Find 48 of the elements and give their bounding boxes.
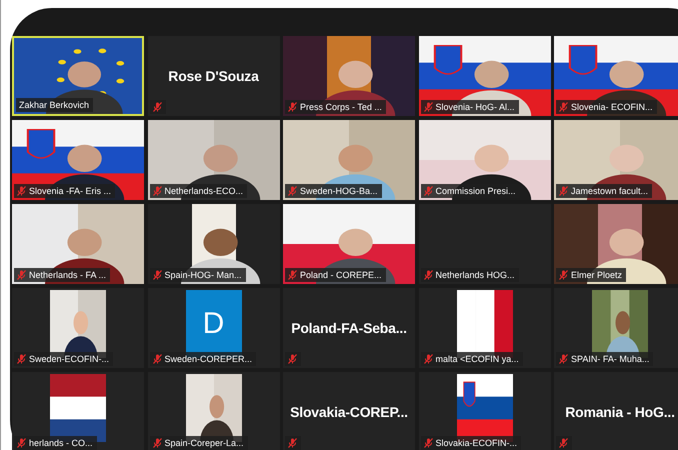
- participant-label: Poland - COREPE...: [300, 270, 382, 280]
- participant-label: Press Corps - Ted ...: [300, 102, 382, 112]
- participant-label: SPAIN- FA- Muha...: [571, 354, 650, 364]
- video-tile[interactable]: Slovenia -FA- Eris ...: [12, 120, 144, 200]
- video-tile[interactable]: Zakhar Berkovich: [12, 36, 144, 116]
- video-tile[interactable]: D Sweden-COREPER...: [148, 288, 280, 368]
- video-tile[interactable]: Slovakia-ECOFIN-...: [418, 372, 550, 450]
- video-tile[interactable]: Jamestown facult...: [554, 120, 678, 200]
- video-tile[interactable]: Spain-Coreper-La...: [148, 372, 280, 450]
- video-tile[interactable]: herlands - CO...: [12, 372, 144, 450]
- participant-label: Slovenia- ECOFIN...: [571, 102, 653, 112]
- video-tile[interactable]: malta <ECOFIN ya...: [418, 288, 550, 368]
- video-tile[interactable]: Slovenia- ECOFIN...: [554, 36, 678, 116]
- participant-label: Sweden-ECOFIN-...: [29, 354, 110, 364]
- participant-label: Slovenia -FA- Eris ...: [29, 186, 112, 196]
- video-tile[interactable]: Commission Presi...: [418, 120, 550, 200]
- video-tile[interactable]: Romania - HoG...: [554, 372, 678, 450]
- participant-label: Spain-HOG- Man...: [164, 270, 242, 280]
- video-tile[interactable]: Slovakia-COREP...: [283, 372, 415, 450]
- video-tile[interactable]: Poland-FA-Seba...: [283, 288, 415, 368]
- participant-label: Slovenia- HoG- Al...: [436, 102, 515, 112]
- video-tile[interactable]: Netherlands-ECO...: [148, 120, 280, 200]
- video-tile[interactable]: Press Corps - Ted ...: [283, 36, 415, 116]
- participant-label: Sweden-HOG-Ba...: [300, 186, 378, 196]
- video-tile[interactable]: Sweden-HOG-Ba...: [283, 120, 415, 200]
- video-tile[interactable]: Slovenia- HoG- Al...: [418, 36, 550, 116]
- participant-label: Slovakia-ECOFIN-...: [436, 438, 518, 448]
- video-tile[interactable]: Rose D'Souza: [148, 36, 280, 116]
- participant-label: malta <ECOFIN ya...: [436, 354, 519, 364]
- participant-label: herlands - CO...: [29, 438, 93, 448]
- video-tile[interactable]: Elmer Ploetz: [554, 204, 678, 284]
- participant-label: Netherlands - FA ...: [29, 270, 106, 280]
- participant-label: Netherlands-ECO...: [164, 186, 244, 196]
- participant-label: Netherlands HOG...: [436, 270, 515, 280]
- participant-label: Jamestown facult...: [571, 186, 648, 196]
- participant-name: Poland-FA-Seba...: [291, 320, 407, 336]
- participant-name: Rose D'Souza: [168, 68, 259, 84]
- participant-label: Commission Presi...: [436, 186, 516, 196]
- video-tile[interactable]: Poland - COREPE...: [283, 204, 415, 284]
- video-tile[interactable]: Sweden-ECOFIN-...: [12, 288, 144, 368]
- participant-label: Elmer Ploetz: [571, 270, 622, 280]
- video-tile[interactable]: Netherlands HOG...: [418, 204, 550, 284]
- video-tile[interactable]: Netherlands - FA ...: [12, 204, 144, 284]
- participant-label: Spain-Coreper-La...: [164, 438, 244, 448]
- participant-name: Slovakia-COREP...: [290, 404, 408, 420]
- video-tile[interactable]: SPAIN- FA- Muha...: [554, 288, 678, 368]
- participant-label: Zakhar Berkovich: [19, 100, 90, 110]
- participant-name: Romania - HoG...: [565, 404, 675, 420]
